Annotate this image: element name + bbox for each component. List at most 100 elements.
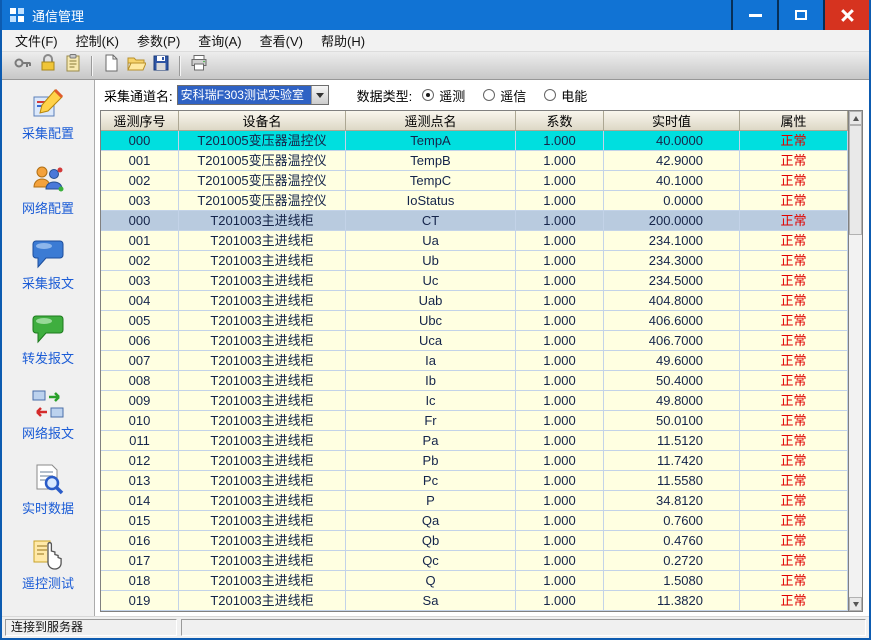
column-header-device[interactable]: 设备名 (179, 111, 346, 131)
scrollbar-track[interactable] (849, 125, 862, 597)
menu-item-view[interactable]: 查看(V) (251, 29, 312, 52)
scrollbar-thumb[interactable] (849, 125, 862, 235)
menu-item-control[interactable]: 控制(K) (67, 29, 128, 52)
table-row[interactable]: 002T201005变压器温控仪TempC1.00040.1000正常 (101, 171, 848, 191)
close-button[interactable] (823, 0, 869, 30)
column-header-status[interactable]: 属性 (740, 111, 848, 131)
menu-item-file[interactable]: 文件(F) (6, 29, 67, 52)
toolbar-separator (91, 56, 92, 76)
column-header-value[interactable]: 实时值 (604, 111, 740, 131)
table-row[interactable]: 013T201003主进线柜Pc1.00011.5580正常 (101, 471, 848, 491)
hand-pointer-icon (31, 537, 65, 571)
column-header-coef[interactable]: 系数 (516, 111, 604, 131)
vertical-scrollbar[interactable] (848, 111, 862, 611)
toolbar-button-lock[interactable] (35, 54, 60, 78)
table-row[interactable]: 012T201003主进线柜Pb1.00011.7420正常 (101, 451, 848, 471)
cell-value: 50.0100 (604, 411, 740, 431)
sidebar-item-collect-message[interactable]: 采集报文 (4, 237, 92, 292)
cell-value: 40.0000 (604, 131, 740, 151)
table-row[interactable]: 011T201003主进线柜Pa1.00011.5120正常 (101, 431, 848, 451)
table-row[interactable]: 016T201003主进线柜Qb1.0000.4760正常 (101, 531, 848, 551)
cell-coef: 1.000 (516, 551, 604, 571)
table-row[interactable]: 003T201005变压器温控仪IoStatus1.0000.0000正常 (101, 191, 848, 211)
table-row[interactable]: 014T201003主进线柜P1.00034.8120正常 (101, 491, 848, 511)
cell-point: Qc (346, 551, 516, 571)
cell-coef: 1.000 (516, 291, 604, 311)
column-header-seq[interactable]: 遥测序号 (101, 111, 179, 131)
open-folder-icon (126, 53, 146, 78)
cell-point: Q (346, 571, 516, 591)
cell-status: 正常 (740, 351, 848, 371)
cell-point: TempB (346, 151, 516, 171)
toolbar-button-save[interactable] (148, 54, 173, 78)
table-row[interactable]: 015T201003主进线柜Qa1.0000.7600正常 (101, 511, 848, 531)
minimize-button[interactable] (731, 0, 777, 30)
cell-seq: 001 (101, 151, 179, 171)
table-row[interactable]: 009T201003主进线柜Ic1.00049.8000正常 (101, 391, 848, 411)
sidebar-item-realtime-data[interactable]: 实时数据 (4, 462, 92, 517)
table-row[interactable]: 017T201003主进线柜Qc1.0000.2720正常 (101, 551, 848, 571)
sidebar-item-network-message[interactable]: 网络报文 (4, 387, 92, 442)
table-row[interactable]: 000T201005变压器温控仪TempA1.00040.0000正常 (101, 131, 848, 151)
cell-value: 11.5580 (604, 471, 740, 491)
table-row[interactable]: 001T201003主进线柜Ua1.000234.1000正常 (101, 231, 848, 251)
cell-point: CT (346, 211, 516, 231)
cell-coef: 1.000 (516, 151, 604, 171)
column-header-point[interactable]: 遥测点名 (346, 111, 516, 131)
table-row[interactable]: 005T201003主进线柜Ubc1.000406.6000正常 (101, 311, 848, 331)
radio-telesignal[interactable]: 遥信 (483, 86, 526, 105)
cell-value: 0.4760 (604, 531, 740, 551)
sidebar-item-label: 实时数据 (22, 498, 74, 517)
menu-item-query[interactable]: 查询(A) (189, 29, 250, 52)
table-row[interactable]: 010T201003主进线柜Fr1.00050.0100正常 (101, 411, 848, 431)
cell-seq: 010 (101, 411, 179, 431)
cell-seq: 003 (101, 191, 179, 211)
clipboard-icon (63, 53, 83, 78)
toolbar-button-key[interactable] (10, 54, 35, 78)
cell-seq: 013 (101, 471, 179, 491)
table-row[interactable]: 007T201003主进线柜Ia1.00049.6000正常 (101, 351, 848, 371)
cell-status: 正常 (740, 151, 848, 171)
toolbar-button-clipboard[interactable] (60, 54, 85, 78)
sidebar-item-remote-test[interactable]: 遥控测试 (4, 537, 92, 592)
cell-coef: 1.000 (516, 531, 604, 551)
cell-device: T201003主进线柜 (179, 371, 346, 391)
table-row[interactable]: 002T201003主进线柜Ub1.000234.3000正常 (101, 251, 848, 271)
cell-point: TempC (346, 171, 516, 191)
table-row[interactable]: 004T201003主进线柜Uab1.000404.8000正常 (101, 291, 848, 311)
sidebar-item-forward-message[interactable]: 转发报文 (4, 312, 92, 367)
chevron-down-icon (316, 93, 324, 98)
toolbar-button-print[interactable] (186, 54, 211, 78)
scroll-down-button[interactable] (849, 597, 862, 611)
sidebar-item-collect-config[interactable]: 采集配置 (4, 87, 92, 142)
table-row[interactable]: 003T201003主进线柜Uc1.000234.5000正常 (101, 271, 848, 291)
cell-point: Ia (346, 351, 516, 371)
table-row[interactable]: 008T201003主进线柜Ib1.00050.4000正常 (101, 371, 848, 391)
cell-value: 40.1000 (604, 171, 740, 191)
cell-point: TempA (346, 131, 516, 151)
sidebar-item-label: 转发报文 (22, 348, 74, 367)
toolbar-button-new[interactable] (98, 54, 123, 78)
table-row[interactable]: 000T201003主进线柜CT1.000200.0000正常 (101, 211, 848, 231)
cell-seq: 006 (101, 331, 179, 351)
table-row[interactable]: 001T201005变压器温控仪TempB1.00042.9000正常 (101, 151, 848, 171)
table-row[interactable]: 019T201003主进线柜Sa1.00011.3820正常 (101, 591, 848, 611)
toolbar-button-open[interactable] (123, 54, 148, 78)
menu-item-params[interactable]: 参数(P) (128, 29, 189, 52)
sidebar-item-network-config[interactable]: 网络配置 (4, 162, 92, 217)
key-icon (13, 53, 33, 78)
channel-combobox[interactable]: 安科瑞F303测试实验室 (177, 85, 329, 105)
table-row[interactable]: 006T201003主进线柜Uca1.000406.7000正常 (101, 331, 848, 351)
table-row[interactable]: 018T201003主进线柜Q1.0001.5080正常 (101, 571, 848, 591)
radio-energy[interactable]: 电能 (544, 86, 587, 105)
combo-dropdown-button[interactable] (311, 86, 328, 104)
cell-point: Ua (346, 231, 516, 251)
cell-status: 正常 (740, 571, 848, 591)
radio-telemetry[interactable]: 遥测 (422, 86, 465, 105)
scroll-up-button[interactable] (849, 111, 862, 125)
menu-item-help[interactable]: 帮助(H) (312, 29, 374, 52)
cell-seq: 007 (101, 351, 179, 371)
cell-device: T201003主进线柜 (179, 391, 346, 411)
main-panel: 采集通道名: 安科瑞F303测试实验室 数据类型: 遥测 遥信 (95, 80, 869, 616)
maximize-button[interactable] (777, 0, 823, 30)
